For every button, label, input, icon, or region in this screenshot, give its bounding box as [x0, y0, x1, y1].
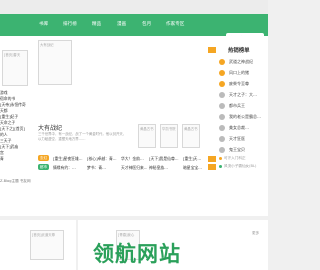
links-marker	[208, 156, 216, 162]
side-link[interactable]: 可汗入门科正	[219, 156, 246, 161]
side-link-label: 风流小子霸仙女(BL)	[224, 164, 257, 168]
book-cover-alt: [首页]春天	[4, 53, 21, 57]
ranking-item[interactable]: 风口上的猪	[219, 69, 268, 79]
ranking-item[interactable]: 天才之子：大…	[219, 91, 268, 101]
featured-desc: 三千世界中，有一战纪，战了一个黄金时代，他以剑开天，以力破虚空，重塑天地万界……	[38, 132, 127, 141]
side-link[interactable]: 风流小子霸仙女(BL)	[219, 164, 256, 169]
rank-number	[219, 59, 225, 65]
links-marker	[208, 164, 216, 170]
dot-icon	[219, 156, 222, 160]
mini-cover-alt: 黄晶古书	[184, 127, 198, 131]
rank-book-name: 废柴令至尊	[229, 81, 249, 86]
ranking-marker	[208, 47, 216, 53]
ranking-item[interactable]: 鬼王宝贝	[219, 146, 268, 156]
left-column: [首页]春天 游戏 宿命的书 [天帝]永恒传奇 天都 [重生]妃子 天命之子 […	[0, 36, 31, 216]
rank-number	[219, 92, 225, 98]
rank-number	[219, 70, 225, 76]
rank-book-name: 鬼王宝贝	[229, 147, 245, 152]
ranking-item[interactable]: 天才狂医	[219, 135, 268, 145]
list-cell[interactable]: 情缘有约：…	[53, 165, 86, 171]
rank-book-name: 天才狂医	[229, 136, 245, 141]
dot-icon	[219, 164, 222, 168]
rank-number	[219, 103, 225, 109]
list-cell[interactable]: 华大！金韵…	[121, 156, 147, 162]
nav-item-library[interactable]: 书库	[39, 21, 48, 27]
genre-tag[interactable]: 都市	[38, 164, 49, 170]
bottom-left-panel: [首页]武道天尊	[0, 220, 76, 270]
bottom-cover[interactable]: [首页]武道天尊	[30, 230, 64, 260]
ranking-item[interactable]: 美女总裁…	[219, 124, 268, 134]
rank-number	[219, 125, 225, 131]
list-cell[interactable]: 神秘皇族…	[149, 165, 182, 171]
rank-book-name: 美女总裁…	[229, 125, 249, 130]
mini-cover[interactable]: 黄晶古书	[182, 124, 200, 148]
mini-cover[interactable]: 华凯书院	[160, 124, 178, 148]
rank-book-name: 我的老公是霸总…	[229, 114, 261, 119]
bottom-cover-alt: [首页]武道天尊	[32, 233, 55, 237]
rank-book-name: 天才之子：大…	[229, 92, 257, 97]
list-cell[interactable]: [重生]星夜狂雄…	[53, 156, 86, 162]
mini-cover-alt: 黄晶古书	[140, 127, 154, 131]
featured-title[interactable]: 大有战纪	[38, 123, 62, 132]
rank-number	[219, 114, 225, 120]
ranking-title: 热销榜单	[228, 48, 250, 54]
list-cell[interactable]: [核心]卓越：青…	[87, 156, 120, 162]
ranking-item[interactable]: 废柴令至尊	[219, 80, 268, 90]
top-bar	[0, 0, 268, 14]
list-cell[interactable]: [天下]我是仙尊…	[149, 156, 182, 162]
rank-book-name: 都市兵王	[229, 103, 245, 108]
rank-book-name: 武道之神战纪	[229, 59, 253, 64]
list-cell[interactable]: 暗星宝宝…	[183, 165, 207, 171]
ranking-item[interactable]: 我的老公是霸总…	[219, 113, 268, 123]
side-link-label: 可汗入门科正	[224, 156, 246, 160]
nav-item-monthly[interactable]: 包月	[142, 21, 151, 27]
nav-item-ranking[interactable]: 排行榜	[63, 21, 77, 27]
main-nav: 书库 排行榜 精品 漫画 包月 作家专区 输入书名	[0, 14, 268, 43]
rank-number	[219, 136, 225, 142]
rank-number	[219, 81, 225, 87]
list-cell[interactable]: [重生]天…	[183, 156, 207, 162]
book-cover[interactable]: [首页]春天	[2, 50, 28, 86]
bottom-cover-alt: [青春]我心	[118, 233, 135, 237]
rank-number	[219, 147, 225, 153]
watermark-text: 领航网站	[93, 242, 181, 266]
left-footer: Z-Blog主题 书友网	[0, 179, 31, 183]
nav-item-premium[interactable]: 精品	[92, 21, 101, 27]
mini-cover-alt: 华凯书院	[162, 127, 176, 131]
list-cell[interactable]: 梦书：青…	[87, 165, 120, 171]
rank-book-name: 风口上的猪	[229, 70, 249, 75]
mini-cover[interactable]: 黄晶古书	[138, 124, 156, 148]
ranking-panel: 热销榜单 武道之神战纪 风口上的猪 废柴令至尊 天才之子：大… 都市兵王 我的老…	[208, 36, 268, 216]
nav-item-author[interactable]: 作家专区	[166, 21, 184, 27]
ranking-item[interactable]: 都市兵王	[219, 102, 268, 112]
main-content: [首页]春天 游戏 宿命的书 [天帝]永恒传奇 天都 [重生]妃子 天命之子 […	[0, 36, 268, 216]
ranking-item[interactable]: 武道之神战纪	[219, 58, 268, 68]
list-item[interactable]: 青	[0, 156, 30, 162]
nav-item-comics[interactable]: 漫画	[117, 21, 126, 27]
featured-cover-alt: 大有战纪	[40, 43, 54, 47]
genre-tag[interactable]: 玄幻	[38, 155, 49, 161]
more-link[interactable]: 更多	[252, 231, 259, 236]
featured-cover[interactable]: 大有战纪	[38, 40, 72, 85]
list-cell[interactable]: 天才神医归来…	[121, 165, 147, 171]
